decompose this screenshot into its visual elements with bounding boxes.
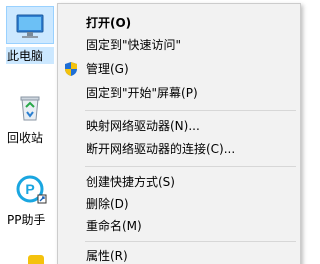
recycle-bin-icon: [20, 96, 40, 121]
desktop-icon-pp-assistant[interactable]: P PP助手: [6, 170, 54, 228]
menu-item-properties[interactable]: 属性(R): [59, 245, 299, 264]
menu-separator: [85, 166, 296, 167]
menu-item-manage[interactable]: 管理(G): [59, 58, 299, 80]
menu-item-label: 重命名(M): [86, 219, 142, 233]
menu-item-pin-start[interactable]: 固定到"开始"屏幕(P): [59, 82, 299, 104]
menu-item-label: 固定到"快速访问": [86, 38, 182, 52]
menu-separator: [85, 241, 296, 242]
desktop-icon-label: 回收站: [7, 131, 44, 145]
menu-separator: [85, 110, 296, 111]
menu-item-delete[interactable]: 删除(D): [59, 193, 299, 215]
menu-item-create-shortcut[interactable]: 创建快捷方式(S): [59, 171, 299, 193]
menu-item-map-network-drive[interactable]: 映射网络驱动器(N)...: [59, 115, 299, 137]
desktop-icon-label: 此电脑: [6, 47, 54, 64]
desktop-icon-label: PP助手: [7, 213, 46, 227]
pp-assistant-icon: P: [16, 175, 47, 204]
desktop-icon-recycle-bin[interactable]: 回收站: [6, 88, 54, 146]
menu-item-label: 断开网络驱动器的连接(C)...: [86, 142, 236, 156]
desktop: 此电脑 回收站 P PP助手: [0, 0, 60, 264]
desktop-icon-this-pc[interactable]: 此电脑: [6, 6, 54, 64]
svg-text:P: P: [25, 181, 34, 197]
recycle-bin-icon-wrap: [6, 88, 54, 126]
menu-item-disconnect-network-drive[interactable]: 断开网络驱动器的连接(C)...: [59, 138, 299, 160]
context-menu: 打开(O) 固定到"快速访问" 管理(G) 固定到"开始"屏幕(P) 映射网络驱…: [57, 3, 301, 264]
menu-item-label: 属性(R): [86, 249, 128, 263]
menu-item-label: 固定到"开始"屏幕(P): [86, 86, 198, 100]
this-pc-icon-wrap: [6, 6, 54, 44]
menu-item-label: 映射网络驱动器(N)...: [86, 119, 200, 133]
menu-item-open[interactable]: 打开(O): [59, 12, 299, 34]
partial-desktop-icon: [28, 255, 44, 264]
pp-assistant-icon-wrap: P: [6, 170, 54, 208]
menu-item-rename[interactable]: 重命名(M): [59, 215, 299, 237]
computer-icon: [16, 14, 44, 38]
menu-item-label: 管理(G): [86, 62, 129, 76]
shield-icon: [65, 62, 77, 76]
menu-item-label: 打开(O): [86, 16, 132, 30]
menu-item-label: 删除(D): [86, 197, 129, 211]
menu-item-pin-quick-access[interactable]: 固定到"快速访问": [59, 34, 299, 56]
menu-item-label: 创建快捷方式(S): [86, 175, 175, 189]
